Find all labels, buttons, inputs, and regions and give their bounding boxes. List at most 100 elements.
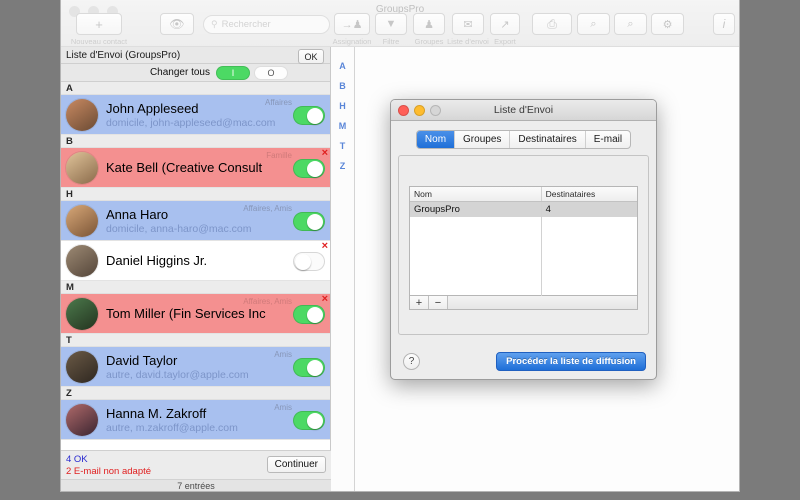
alpha-index-m[interactable]: M [339,116,347,136]
status-messages: 4 OK 2 E-mail non adapté [66,454,151,477]
contact-row[interactable]: Anna Haro domicile, anna-haro@mac.com Affa… [61,201,330,241]
groupes-button[interactable]: ♟ [413,13,445,35]
export-button[interactable]: ↗ [490,13,520,35]
assign-icon: →♟ [341,18,363,31]
settings-button[interactable]: ⚙ [651,13,684,35]
status-area: 4 OK 2 E-mail non adapté Continuer 7 ent… [61,450,331,491]
search-placeholder: Rechercher [221,19,271,30]
eye-icon: 👁 [169,17,185,31]
entries-count-label: 7 entrées [61,479,331,491]
contact-toggle[interactable] [293,411,325,430]
dialog-titlebar[interactable]: Liste d'Envoi [391,100,656,121]
print-icon: ⎙ [547,16,557,31]
zoom-in-button[interactable]: ⌕ [614,13,647,35]
contact-toggle[interactable] [293,305,325,324]
contact-toggle[interactable] [293,358,325,377]
error-badge-icon: × [321,147,328,159]
liste-envoi-dialog: Liste d'Envoi Nom Groupes Destinataires E-m… [390,99,657,380]
contact-toggle[interactable] [293,159,325,178]
error-badge-icon: × [321,240,328,252]
table-col-destinataires-header: Destinataires [545,189,596,199]
table-footer-controls: + − [409,296,638,310]
dialog-tab-groupes[interactable]: Groupes [455,131,511,148]
search-input[interactable]: ⚲ Rechercher [203,15,330,34]
dialog-minimize-button[interactable] [414,105,425,116]
toggle-knob [307,161,323,177]
continuer-button[interactable]: Continuer [266,456,326,473]
info-button[interactable]: i [713,13,735,35]
dialog-tab-destinataires[interactable]: Destinataires [510,131,586,148]
avatar-image [66,403,98,436]
contact-toggle[interactable] [293,212,325,231]
avatar [65,97,99,132]
assignation-label: Assignation [332,37,372,46]
lists-table[interactable]: Nom Destinataires GroupsPro 4 [409,186,638,297]
toolbar: GroupsPro + Nouveau contact 👁 ⚲ Recherch… [61,0,739,47]
alphabet-index[interactable]: ABHMTZ [331,47,355,491]
error-badge-icon: × [321,293,328,305]
alpha-index-b[interactable]: B [339,76,346,96]
contact-row[interactable]: Kate Bell (Creative Consult Famille × [61,148,330,188]
contact-toggle[interactable] [293,252,325,271]
contact-tags: Affaires [265,98,292,107]
proceed-button[interactable]: Procéder la liste de diffusion [496,352,646,371]
table-cell-destinataires: 4 [545,204,551,215]
new-contact-button[interactable]: + [76,13,122,35]
contact-toggle[interactable] [293,106,325,125]
zoom-out-button[interactable]: ⌕ [577,13,610,35]
dialog-tab-e-mail[interactable]: E-mail [586,131,630,148]
dialog-tabbar: Nom Groupes Destinataires E-mail [398,130,649,149]
changer-tous-on-button[interactable]: I [216,65,250,80]
contact-row[interactable]: Hanna M. Zakroff autre, m.zakroff@apple.c… [61,400,330,440]
assignation-button[interactable]: →♟ [334,13,370,35]
mail-icon: ✉ [463,18,473,31]
dialog-zoom-button [430,105,441,116]
list-panel-header: Liste d'Envoi (GroupsPro) OK [61,47,330,64]
status-error-message: 2 E-mail non adapté [66,466,152,477]
avatar-image [66,151,98,184]
liste-envoi-button[interactable]: ✉ [452,13,484,35]
dialog-tab-nom[interactable]: Nom [416,131,456,148]
avatar [65,402,99,437]
print-button[interactable]: ⎙ [532,13,572,35]
dialog-close-button[interactable] [398,105,409,116]
section-header-t: T [61,334,330,347]
alpha-index-a[interactable]: A [339,56,346,76]
ok-button[interactable]: OK [298,49,324,64]
screen: GroupsPro + Nouveau contact 👁 ⚲ Recherch… [0,0,800,500]
avatar [65,349,99,384]
filtre-label: Filtre [382,37,400,46]
dialog-tab-pane: Nom Destinataires GroupsPro 4 + − [398,155,649,335]
alpha-index-z[interactable]: Z [340,156,346,176]
table-row[interactable]: GroupsPro 4 [410,202,637,217]
alpha-index-t[interactable]: T [340,136,346,156]
contact-row[interactable]: Daniel Higgins Jr. × [61,241,330,281]
contact-row[interactable]: John Appleseed domicile, john-appleseed@m… [61,95,330,135]
help-button[interactable]: ? [403,353,420,370]
alpha-index-h[interactable]: H [339,96,346,116]
sending-list-panel: Liste d'Envoi (GroupsPro) OK Changer tou… [61,47,331,491]
contact-tags: Affaires, Amis [243,297,292,306]
remove-list-button[interactable]: − [429,296,448,309]
dialog-tabs[interactable]: Nom Groupes Destinataires E-mail [415,130,632,149]
section-header-a: A [61,82,330,95]
filtre-button[interactable]: ▼ [375,13,407,35]
table-body[interactable]: GroupsPro 4 [410,202,637,297]
changer-tous-off-button[interactable]: O [254,65,288,80]
avatar [65,296,99,331]
avatar-image [66,350,98,383]
contact-row[interactable]: David Taylor autre, david.taylor@apple.co… [61,347,330,387]
changer-tous-row: Changer tous I O [61,64,330,82]
export-icon: ↗ [500,18,510,31]
eye-toggle-button[interactable]: 👁 [160,13,194,35]
table-col-nom-header: Nom [410,187,542,201]
dialog-body: Nom Groupes Destinataires E-mail Nom Destin… [391,121,656,379]
toggle-knob [307,214,323,230]
section-header-z: Z [61,387,330,400]
contact-row[interactable]: Tom Miller (Fin Services Inc Affaires, Am… [61,294,330,334]
section-header-h: H [61,188,330,201]
toggle-knob [307,108,323,124]
avatar-image [66,297,98,330]
contact-list[interactable]: A John Appleseed domicile, john-appleseed@… [61,82,330,440]
add-list-button[interactable]: + [410,296,429,309]
